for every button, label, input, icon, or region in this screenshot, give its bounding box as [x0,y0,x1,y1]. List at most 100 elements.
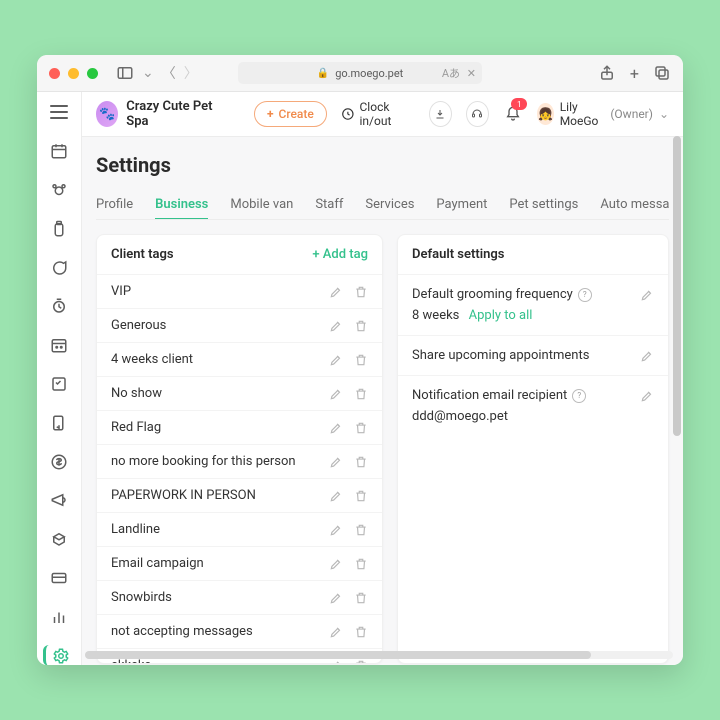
nav-reports[interactable] [47,606,71,627]
sidebar-toggle-icon[interactable] [116,64,134,82]
tag-label: PAPERWORK IN PERSON [111,488,256,503]
reader-icon[interactable]: Aあ [442,65,460,81]
info-icon[interactable]: ? [572,389,586,403]
delete-tag-button[interactable] [354,353,368,367]
nav-card[interactable] [47,568,71,589]
edit-tag-button[interactable] [329,489,343,503]
freq-value: 8 weeks [412,308,459,323]
support-button[interactable] [466,101,489,127]
nav-pets[interactable] [47,180,71,201]
edit-tag-button[interactable] [329,557,343,571]
scrollbar-thumb[interactable] [85,651,591,659]
browser-titlebar: ⌄ 〈 〉 🔒 go.moego.pet Aあ ✕ + [37,55,683,92]
tab-staff[interactable]: Staff [315,191,343,219]
delete-tag-button[interactable] [354,421,368,435]
share-label: Share upcoming appointments [412,348,589,363]
tag-label: Email campaign [111,556,204,571]
tag-label: VIP [111,284,131,299]
nav-calendar[interactable] [47,141,71,162]
edit-share-button[interactable] [640,349,654,363]
horizontal-scrollbar[interactable] [85,651,673,659]
edit-tag-button[interactable] [329,319,343,333]
stop-reload-icon[interactable]: ✕ [467,67,476,80]
url-bar[interactable]: 🔒 go.moego.pet Aあ ✕ [238,62,482,84]
freq-label: Default grooming frequency ? [412,287,592,302]
nav-bookings[interactable] [47,335,71,356]
nav-settings[interactable] [43,645,73,665]
minimize-window-button[interactable] [68,68,79,79]
edit-tag-button[interactable] [329,353,343,367]
tab-payment[interactable]: Payment [436,191,487,219]
menu-toggle[interactable] [47,102,71,123]
delete-tag-button[interactable] [354,591,368,605]
notif-label: Notification email recipient ? [412,388,586,403]
add-tag-button[interactable]: + Add tag [312,247,368,262]
nav-messages[interactable] [47,257,71,278]
nav-reviews[interactable] [47,412,71,433]
nav-payments[interactable] [47,451,71,472]
tag-label: 4 weeks client [111,352,193,367]
edit-tag-button[interactable] [329,659,343,664]
edit-tag-button[interactable] [329,591,343,605]
close-window-button[interactable] [49,68,60,79]
tag-label: Landline [111,522,160,537]
lock-icon: 🔒 [317,68,329,79]
user-avatar: 👧 [537,103,553,125]
client-tags-list: VIPGenerous4 weeks clientNo showRed Flag… [97,274,382,663]
delete-tag-button[interactable] [354,285,368,299]
delete-tag-button[interactable] [354,625,368,639]
window-controls [49,68,98,79]
nav-packages[interactable] [47,529,71,550]
business-brand[interactable]: 🐾 Crazy Cute Pet Spa [96,99,222,129]
default-settings-title: Default settings [412,247,504,262]
edit-tag-button[interactable] [329,625,343,639]
nav-forward-icon[interactable]: 〉 [184,63,198,83]
info-icon[interactable]: ? [578,288,592,302]
vertical-scrollbar[interactable] [673,136,681,654]
tab-services[interactable]: Services [365,191,414,219]
edit-tag-button[interactable] [329,523,343,537]
apply-all-button[interactable]: Apply to all [469,308,533,323]
delete-tag-button[interactable] [354,387,368,401]
nav-back-icon[interactable]: 〈 [162,63,176,83]
tabs-overview-icon[interactable] [653,64,671,83]
delete-tag-button[interactable] [354,489,368,503]
nav-products[interactable] [47,218,71,239]
nav-checklist[interactable] [47,374,71,395]
edit-notif-button[interactable] [640,389,654,403]
new-tab-icon[interactable]: + [630,64,639,83]
delete-tag-button[interactable] [354,557,368,571]
edit-tag-button[interactable] [329,455,343,469]
edit-freq-button[interactable] [640,288,654,302]
scrollbar-thumb[interactable] [673,136,681,436]
tab-pet-settings[interactable]: Pet settings [509,191,578,219]
delete-tag-button[interactable] [354,455,368,469]
tab-business[interactable]: Business [155,191,208,220]
chevron-down-icon[interactable]: ⌄ [142,65,154,81]
tab-auto-message[interactable]: Auto message [600,191,669,219]
nav-reminders[interactable] [47,296,71,317]
edit-tag-button[interactable] [329,285,343,299]
user-menu[interactable]: 👧 Lily MoeGo (Owner) ⌄ [537,100,669,128]
tag-row: not accepting messages [97,614,382,648]
share-icon[interactable] [598,64,616,83]
tab-profile[interactable]: Profile [96,191,133,219]
tag-row: no more booking for this person [97,444,382,478]
delete-tag-button[interactable] [354,523,368,537]
tag-label: Snowbirds [111,590,172,605]
tag-label: No show [111,386,162,401]
create-button[interactable]: + Create [254,101,327,127]
tab-mobile-van[interactable]: Mobile van [230,191,293,219]
notifications-button[interactable]: 1 [503,102,524,126]
delete-tag-button[interactable] [354,659,368,664]
clock-button[interactable]: Clock in/out [341,100,415,128]
edit-tag-button[interactable] [329,387,343,401]
delete-tag-button[interactable] [354,319,368,333]
url-text: go.moego.pet [335,67,403,80]
chevron-down-icon: ⌄ [659,107,669,121]
zoom-window-button[interactable] [87,68,98,79]
edit-tag-button[interactable] [329,421,343,435]
nav-marketing[interactable] [47,490,71,511]
download-button[interactable] [429,101,452,127]
plus-icon: + [267,107,274,121]
